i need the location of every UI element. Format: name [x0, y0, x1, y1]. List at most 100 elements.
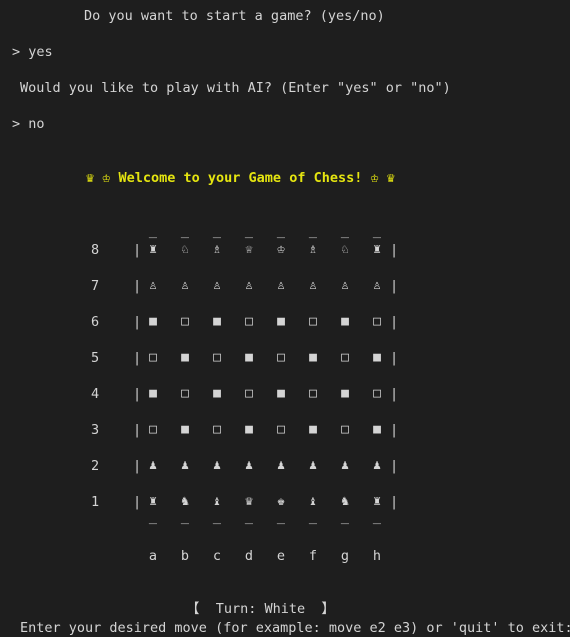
board-bottom-edge: _	[244, 509, 254, 525]
square-f2: ♟	[309, 458, 317, 473]
board-left-border: |	[133, 278, 142, 294]
board-right-border: |	[390, 314, 399, 330]
square-b8: ♘	[181, 242, 189, 257]
square-d5: ■	[245, 350, 253, 365]
square-e7: ♙	[277, 278, 285, 293]
board-right-border: |	[390, 422, 399, 438]
board-bottom-edge: _	[212, 509, 222, 525]
file-label-b: b	[180, 548, 190, 564]
square-a7: ♙	[149, 278, 157, 293]
file-label-g: g	[340, 548, 350, 564]
square-h3: ■	[373, 422, 381, 437]
square-g6: ■	[341, 314, 349, 329]
square-b2: ♟	[181, 458, 189, 473]
square-a8: ♜	[149, 242, 157, 257]
square-a4: ■	[149, 386, 157, 401]
rank-label-4: 4	[91, 386, 100, 402]
board-top-edge: _	[276, 223, 286, 239]
square-d8: ♕	[245, 242, 253, 257]
file-label-f: f	[308, 548, 318, 564]
square-c8: ♗	[213, 242, 221, 257]
square-d4: □	[245, 386, 253, 401]
square-d7: ♙	[245, 278, 253, 293]
board-top-edge: _	[372, 223, 382, 239]
rank-label-7: 7	[91, 278, 100, 294]
board-top-edge: _	[180, 223, 190, 239]
file-label-h: h	[372, 548, 382, 564]
board-left-border: |	[133, 314, 142, 330]
square-h2: ♟	[373, 458, 381, 473]
board-bottom-edge: _	[372, 509, 382, 525]
board-right-border: |	[390, 494, 399, 510]
square-c3: □	[213, 422, 221, 437]
square-e3: □	[277, 422, 285, 437]
rank-label-3: 3	[91, 422, 100, 438]
square-b3: ■	[181, 422, 189, 437]
square-f7: ♙	[309, 278, 317, 293]
square-d3: ■	[245, 422, 253, 437]
square-h5: ■	[373, 350, 381, 365]
square-c2: ♟	[213, 458, 221, 473]
square-a3: □	[149, 422, 157, 437]
square-g8: ♘	[341, 242, 349, 257]
board-right-border: |	[390, 278, 399, 294]
board-left-border: |	[133, 350, 142, 366]
board-top-edge: _	[148, 223, 158, 239]
square-g4: ■	[341, 386, 349, 401]
board-right-border: |	[390, 350, 399, 366]
square-a6: ■	[149, 314, 157, 329]
square-b5: ■	[181, 350, 189, 365]
square-g7: ♙	[341, 278, 349, 293]
board-left-border: |	[133, 386, 142, 402]
square-d6: □	[245, 314, 253, 329]
board-top-edge: _	[212, 223, 222, 239]
board-bottom-edge: _	[148, 509, 158, 525]
board-bottom-edge: _	[180, 509, 190, 525]
square-e2: ♟	[277, 458, 285, 473]
move-prompt: Enter your desired move (for example: mo…	[20, 620, 570, 636]
square-e8: ♔	[277, 242, 285, 257]
square-b7: ♙	[181, 278, 189, 293]
rank-label-6: 6	[91, 314, 100, 330]
file-label-d: d	[244, 548, 254, 564]
board-right-border: |	[390, 458, 399, 474]
board-bottom-edge: _	[308, 509, 318, 525]
rank-label-1: 1	[91, 494, 100, 510]
square-e5: □	[277, 350, 285, 365]
turn-indicator: 【 Turn: White 】	[186, 601, 335, 617]
file-label-c: c	[212, 548, 222, 564]
file-label-a: a	[148, 548, 158, 564]
square-d2: ♟	[245, 458, 253, 473]
square-b6: □	[181, 314, 189, 329]
square-f4: □	[309, 386, 317, 401]
square-h6: □	[373, 314, 381, 329]
board-left-border: |	[133, 422, 142, 438]
rank-label-5: 5	[91, 350, 100, 366]
board-left-border: |	[133, 242, 142, 258]
square-b4: □	[181, 386, 189, 401]
board-left-border: |	[133, 458, 142, 474]
square-e4: ■	[277, 386, 285, 401]
board-right-border: |	[390, 242, 399, 258]
ai-question: Would you like to play with AI? (Enter "…	[20, 80, 451, 96]
square-h8: ♜	[373, 242, 381, 257]
file-label-e: e	[276, 548, 286, 564]
square-g3: □	[341, 422, 349, 437]
ai-answer: > no	[12, 116, 45, 132]
square-c5: □	[213, 350, 221, 365]
welcome-banner: ♛ ♔ Welcome to your Game of Chess! ♔ ♛	[86, 170, 395, 186]
square-h4: □	[373, 386, 381, 401]
board-top-edge: _	[340, 223, 350, 239]
square-c6: ■	[213, 314, 221, 329]
square-f8: ♗	[309, 242, 317, 257]
square-g5: □	[341, 350, 349, 365]
rank-label-8: 8	[91, 242, 100, 258]
board-right-border: |	[390, 386, 399, 402]
square-f3: ■	[309, 422, 317, 437]
board-bottom-edge: _	[340, 509, 350, 525]
board-left-border: |	[133, 494, 142, 510]
square-a2: ♟	[149, 458, 157, 473]
board-top-edge: _	[244, 223, 254, 239]
start-game-answer: > yes	[12, 44, 53, 60]
square-f6: □	[309, 314, 317, 329]
